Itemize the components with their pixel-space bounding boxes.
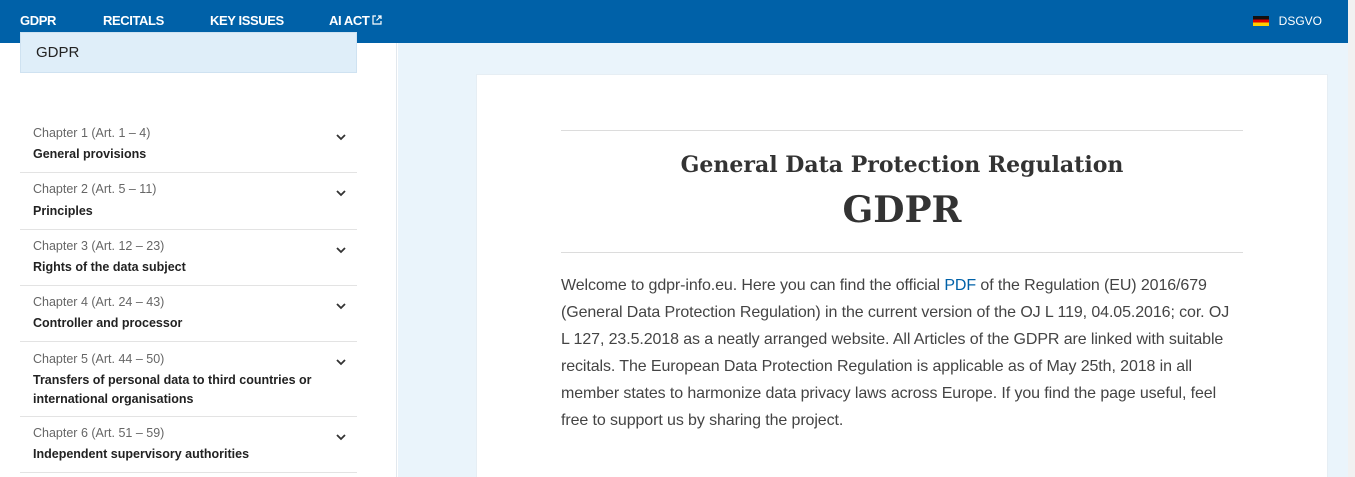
german-flag-icon: [1252, 16, 1269, 26]
sidebar-chapter-1[interactable]: Chapter 1 (Art. 1 – 4) General provision…: [20, 117, 357, 173]
nav-key-issues[interactable]: KEY ISSUES: [210, 13, 284, 33]
chapter-label: Chapter 3 (Art. 12 – 23): [33, 239, 165, 253]
chapter-title: Transfers of personal data to third coun…: [33, 373, 312, 406]
nav-recitals[interactable]: RECITALS: [103, 13, 164, 33]
language-switch-dsgvo[interactable]: DSGVO: [1252, 13, 1322, 29]
chevron-down-icon[interactable]: [336, 134, 346, 141]
page-scrollbar[interactable]: [1348, 0, 1355, 477]
sidebar-chapter-5[interactable]: Chapter 5 (Art. 44 – 50) Transfers of pe…: [20, 342, 357, 417]
chevron-down-icon[interactable]: [336, 303, 346, 310]
chapter-title: Controller and processor: [33, 316, 183, 330]
chapter-label: Chapter 6 (Art. 51 – 59): [33, 426, 165, 440]
sidebar-chapter-4[interactable]: Chapter 4 (Art. 24 – 43) Controller and …: [20, 286, 357, 342]
chapter-label: Chapter 4 (Art. 24 – 43): [33, 295, 165, 309]
chapter-title: General provisions: [33, 147, 147, 161]
chevron-down-icon[interactable]: [336, 190, 346, 197]
external-link-icon: [372, 15, 383, 25]
chapter-label: Chapter 1 (Art. 1 – 4): [33, 126, 151, 140]
nav-ai-act-label: AI ACT: [329, 13, 370, 28]
nav-ai-act[interactable]: AI ACT: [329, 13, 383, 33]
sidebar-chapter-6[interactable]: Chapter 6 (Art. 51 – 59) Independent sup…: [20, 417, 357, 473]
page-title: GDPR: [842, 189, 962, 231]
chapter-title: Principles: [33, 204, 93, 218]
sidebar-heading[interactable]: GDPR: [20, 32, 357, 73]
intro-text-start: Welcome to gdpr-info.eu. Here you can fi…: [561, 277, 945, 294]
chapter-label: Chapter 2 (Art. 5 – 11): [33, 182, 157, 196]
intro-paragraph: Welcome to gdpr-info.eu. Here you can fi…: [561, 272, 1241, 434]
chapter-label: Chapter 5 (Art. 44 – 50): [33, 352, 165, 366]
language-label: DSGVO: [1278, 14, 1322, 28]
pdf-link[interactable]: PDF: [944, 277, 976, 294]
intro-text-end: of the Regulation (EU) 2016/679 (General…: [561, 277, 1230, 429]
nav-gdpr[interactable]: GDPR: [20, 13, 56, 34]
page-subtitle: General Data Protection Regulation: [680, 152, 1124, 178]
chapter-title: Rights of the data subject: [33, 260, 186, 274]
title-divider-top: [561, 130, 1243, 131]
chevron-down-icon[interactable]: [336, 247, 346, 254]
sidebar-chapter-3[interactable]: Chapter 3 (Art. 12 – 23) Rights of the d…: [20, 230, 357, 286]
chevron-down-icon[interactable]: [336, 359, 346, 366]
title-divider-bottom: [561, 252, 1243, 253]
sidebar-chapter-2[interactable]: Chapter 2 (Art. 5 – 11) Principles: [20, 173, 357, 230]
chevron-down-icon[interactable]: [336, 434, 346, 441]
chapter-title: Independent supervisory authorities: [33, 447, 250, 461]
